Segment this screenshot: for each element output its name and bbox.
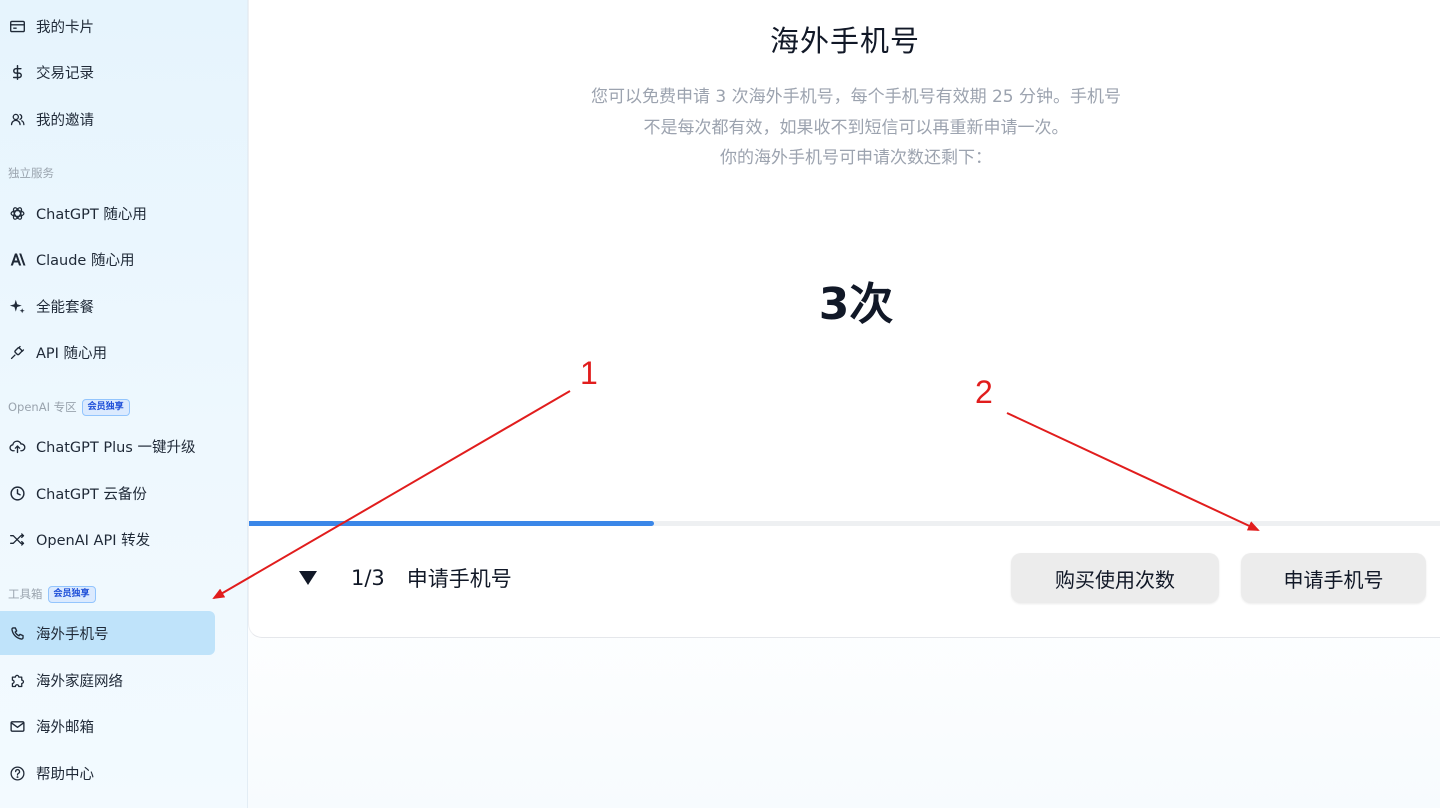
apply-phone-button[interactable]: 申请手机号 <box>1241 553 1426 603</box>
sidebar-item-cloud-backup[interactable]: ChatGPT 云备份 <box>0 471 215 515</box>
help-icon <box>8 764 26 782</box>
sidebar-item-label: 帮助中心 <box>36 766 94 783</box>
description-line: 你的海外手机号可申请次数还剩下： <box>720 148 992 168</box>
sidebar-item-invites[interactable]: 我的邀请 <box>0 97 215 141</box>
shuffle-icon <box>8 530 26 548</box>
sidebar-item-label: OpenAI API 转发 <box>36 532 151 549</box>
remaining-count: 3次 <box>818 279 894 330</box>
card-icon <box>8 17 26 35</box>
sidebar-item-chatgpt[interactable]: ChatGPT 随心用 <box>0 191 215 235</box>
sidebar-item-label: 交易记录 <box>36 65 94 82</box>
sidebar-item-label: 全能套餐 <box>36 299 94 316</box>
sidebar-item-home-network[interactable]: 海外家庭网络 <box>0 658 215 702</box>
clock-icon <box>8 484 26 502</box>
users-icon <box>8 110 26 128</box>
sidebar-item-label: 海外邮箱 <box>36 719 94 736</box>
sidebar-item-label: ChatGPT 随心用 <box>36 206 147 223</box>
sidebar-item-mailbox[interactable]: 海外邮箱 <box>0 704 215 748</box>
description-line: 您可以免费申请 3 次海外手机号，每个手机号有效期 25 分钟。手机号 <box>590 87 1122 107</box>
step-counter: 1/3 <box>351 566 385 590</box>
cloud-upload-icon <box>8 437 26 455</box>
description: 您可以免费申请 3 次海外手机号，每个手机号有效期 25 分钟。手机号 不是每次… <box>545 82 1167 174</box>
sidebar-item-label: 海外手机号 <box>36 626 109 643</box>
buy-uses-button[interactable]: 购买使用次数 <box>1011 553 1219 603</box>
sidebar-item-transactions[interactable]: 交易记录 <box>0 50 215 94</box>
page-title: 海外手机号 <box>769 24 920 58</box>
openai-icon <box>8 204 26 222</box>
sidebar: 我的卡片 交易记录 我的邀请 独立服务 ChatGPT 随心用 Claude 随… <box>0 0 248 808</box>
phone-icon <box>8 624 26 642</box>
step-progress-bar <box>249 521 1440 526</box>
section-header-services: 独立服务 <box>8 166 54 180</box>
sidebar-item-help-center[interactable]: 帮助中心 <box>0 751 215 795</box>
section-header-openai: OpenAI 专区 会员独享 <box>8 397 130 417</box>
puzzle-icon <box>8 671 26 689</box>
step-header: 1/3 申请手机号 <box>299 556 512 600</box>
sidebar-item-label: 我的邀请 <box>36 112 94 129</box>
sidebar-item-my-cards[interactable]: 我的卡片 <box>0 4 215 48</box>
sidebar-item-claude[interactable]: Claude 随心用 <box>0 237 215 281</box>
sidebar-item-label: 海外家庭网络 <box>36 673 123 690</box>
sidebar-item-label: Claude 随心用 <box>36 252 135 269</box>
sidebar-item-api-forward[interactable]: OpenAI API 转发 <box>0 517 215 561</box>
member-exclusive-badge: 会员独享 <box>81 398 130 416</box>
sidebar-item-overseas-phone[interactable]: 海外手机号 <box>0 611 215 655</box>
sidebar-item-label: API 随心用 <box>36 345 108 362</box>
main-content: 海外手机号 您可以免费申请 3 次海外手机号，每个手机号有效期 25 分钟。手机… <box>248 0 1440 808</box>
sidebar-item-label: ChatGPT Plus 一键升级 <box>36 439 196 456</box>
member-exclusive-badge: 会员独享 <box>47 585 96 603</box>
sidebar-item-plus-upgrade[interactable]: ChatGPT Plus 一键升级 <box>0 424 215 468</box>
sparkle-icon <box>8 297 26 315</box>
anthropic-icon <box>8 250 26 268</box>
dollar-icon <box>8 63 26 81</box>
sidebar-item-label: ChatGPT 云备份 <box>36 486 147 503</box>
phone-application-card: 海外手机号 您可以免费申请 3 次海外手机号，每个手机号有效期 25 分钟。手机… <box>248 0 1440 638</box>
sidebar-item-label: 我的卡片 <box>36 19 94 36</box>
sidebar-item-api[interactable]: API 随心用 <box>0 330 215 374</box>
description-line: 不是每次都有效，如果收不到短信可以再重新申请一次。 <box>643 117 1069 138</box>
section-header-tools: 工具箱 会员独享 <box>8 584 96 604</box>
sidebar-item-all-in-one[interactable]: 全能套餐 <box>0 284 215 328</box>
mail-icon <box>8 717 26 735</box>
collapse-triangle-icon[interactable] <box>299 571 317 585</box>
step-progress-fill <box>249 521 655 526</box>
plug-icon <box>8 343 26 361</box>
step-title: 申请手机号 <box>406 567 512 591</box>
